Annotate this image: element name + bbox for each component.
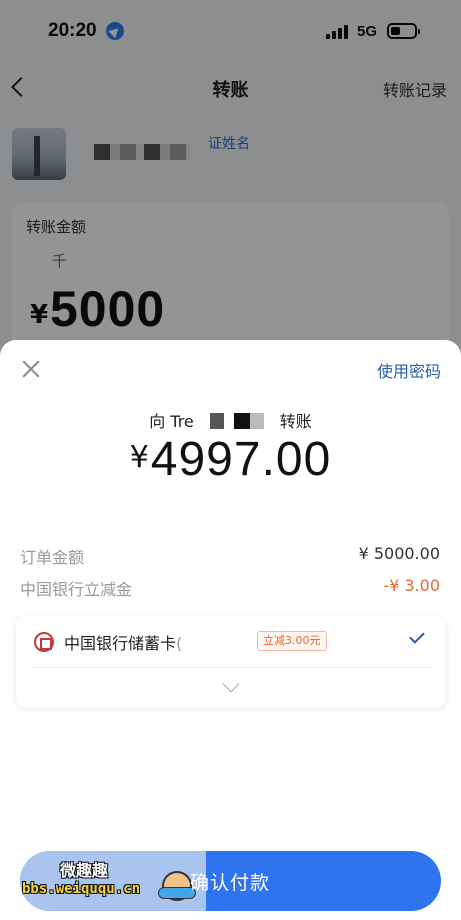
watermark-mascot-icon <box>158 871 196 901</box>
card-number-masked: ( <box>176 634 183 653</box>
order-amount-label: 订单金额 <box>20 548 85 567</box>
promo-badge: 立减3.00元 <box>257 631 327 651</box>
payee-name-masked <box>199 413 274 429</box>
watermark-overlay: 微趣趣 bbs.weiququ.cn <box>20 851 206 911</box>
confirm-payment-button[interactable]: 微趣趣 bbs.weiququ.cn 确认付款 <box>20 851 441 911</box>
order-amount-value: ¥ 5000.00 <box>358 544 440 563</box>
chevron-down-icon[interactable] <box>222 675 240 693</box>
discount-value: -¥ 3.00 <box>383 576 440 595</box>
payment-amount: ¥4997.00 <box>0 432 461 487</box>
confirm-payment-label: 确认付款 <box>190 872 271 894</box>
payee-prefix: 向 Tre <box>149 412 194 431</box>
payment-currency-symbol: ¥ <box>129 440 149 475</box>
order-amount-row: 订单金额 ¥ 5000.00 <box>20 544 440 568</box>
payment-amount-value: 4997.00 <box>150 433 332 486</box>
payment-method-name: 中国银行储蓄卡( <box>64 630 182 654</box>
payment-method-card[interactable]: 中国银行储蓄卡( 立减3.00元 <box>16 616 446 708</box>
payment-method-label: 中国银行储蓄卡 <box>64 634 177 653</box>
divider <box>32 667 430 668</box>
payee-suffix: 转账 <box>279 412 312 431</box>
close-icon[interactable] <box>20 358 42 380</box>
watermark-url: bbs.weiququ.cn <box>22 881 141 897</box>
payee-line: 向 Tre 转账 <box>0 408 461 432</box>
discount-label: 中国银行立减金 <box>20 580 133 599</box>
discount-row: 中国银行立减金 -¥ 3.00 <box>20 576 440 600</box>
use-password-button[interactable]: 使用密码 <box>377 358 441 382</box>
payment-sheet: 使用密码 向 Tre 转账 ¥4997.00 订单金额 ¥ 5000.00 中国银… <box>0 340 461 920</box>
watermark-title: 微趣趣 <box>60 861 109 880</box>
check-icon <box>409 628 425 644</box>
bank-of-china-icon <box>34 632 54 652</box>
